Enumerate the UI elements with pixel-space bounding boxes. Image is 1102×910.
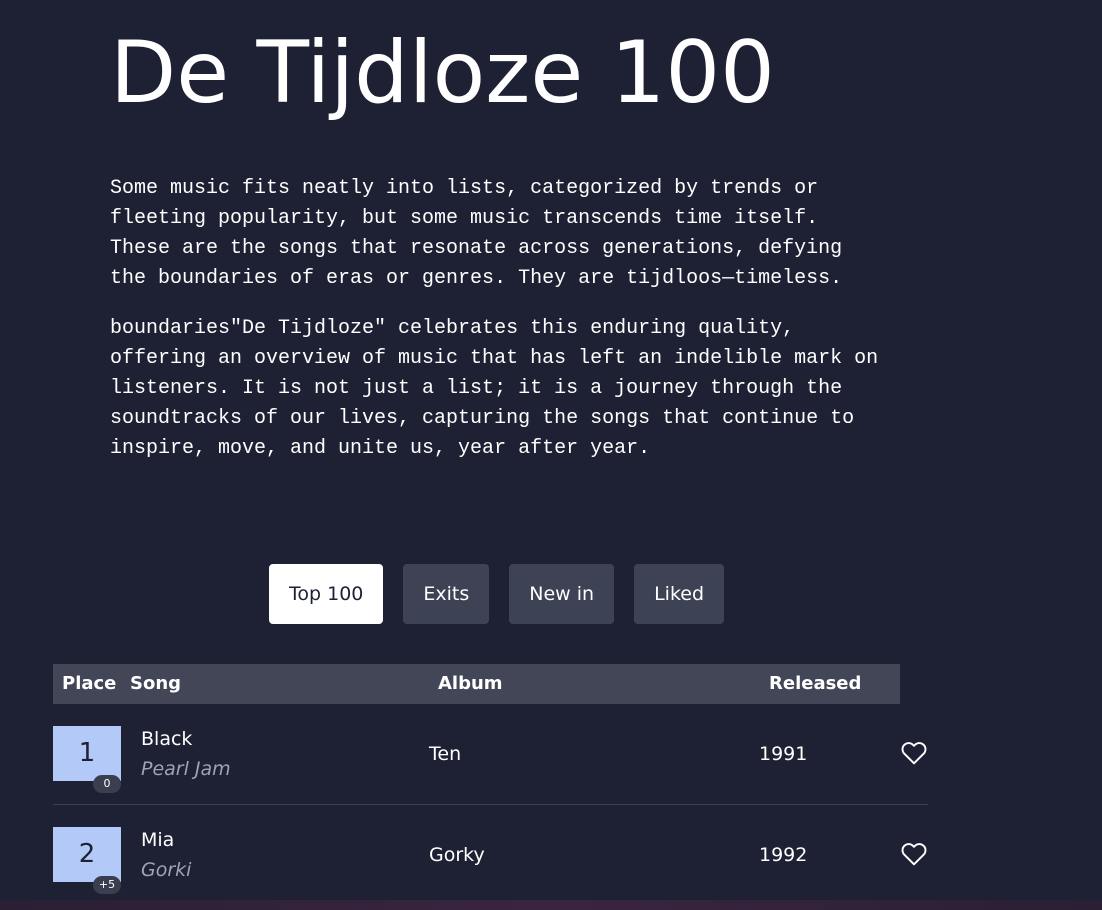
column-header-song: Song — [130, 673, 182, 694]
table-row[interactable]: 1 0 Black Pearl Jam Ten 1991 — [53, 704, 928, 805]
artist-name: Gorki — [141, 859, 192, 881]
place-number: 2 — [78, 839, 96, 869]
song-title: Black — [141, 728, 193, 750]
place-box: 2 +5 — [53, 827, 121, 894]
list-tabs: Top 100 Exits New in Liked — [269, 564, 725, 624]
tab-liked[interactable]: Liked — [634, 564, 725, 624]
artist-name: Pearl Jam — [141, 758, 231, 780]
bottom-edge-bar — [0, 900, 1102, 910]
album-name: Ten — [429, 743, 462, 765]
heart-icon[interactable] — [901, 842, 927, 866]
position-change-badge: 0 — [93, 775, 121, 793]
heart-icon[interactable] — [901, 741, 927, 765]
table-header: Place Song Album Released — [53, 664, 900, 704]
intro-text: Some music fits neatly into lists, categ… — [110, 174, 910, 484]
position-change-badge: +5 — [93, 876, 121, 894]
place-number: 1 — [78, 738, 96, 768]
intro-paragraph-2: boundaries"De Tijdloze" celebrates this … — [110, 317, 879, 460]
tab-top-100[interactable]: Top 100 — [269, 564, 384, 624]
column-header-place: Place — [62, 673, 117, 694]
table-row[interactable]: 2 +5 Mia Gorki Gorky 1992 — [53, 805, 928, 905]
album-name: Gorky — [429, 844, 485, 866]
tab-exits[interactable]: Exits — [403, 564, 490, 624]
column-header-album: Album — [438, 673, 503, 694]
column-header-released: Released — [769, 673, 862, 694]
intro-paragraph-1: Some music fits neatly into lists, categ… — [110, 177, 843, 290]
tab-new-in[interactable]: New in — [509, 564, 615, 624]
page-title: De Tijdloze 100 — [110, 23, 775, 123]
release-year: 1991 — [759, 743, 808, 765]
release-year: 1992 — [759, 844, 808, 866]
song-title: Mia — [141, 829, 175, 851]
place-box: 1 0 — [53, 726, 121, 793]
